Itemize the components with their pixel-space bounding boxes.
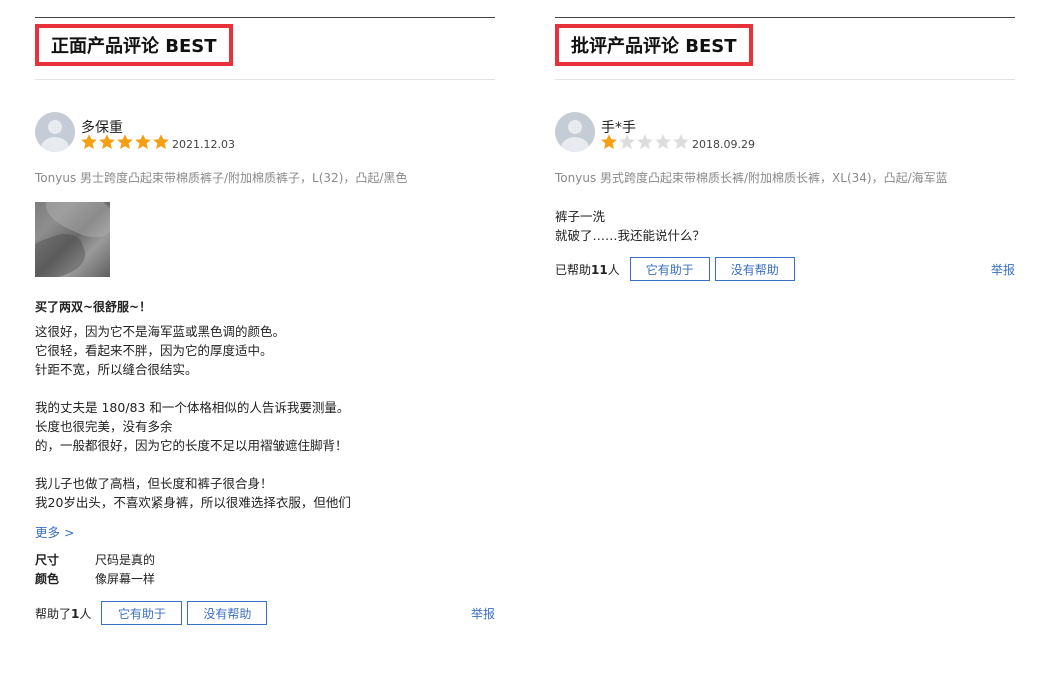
section-title: 正面产品评论 BEST (35, 24, 233, 66)
review-photo[interactable] (35, 202, 110, 277)
user-avatar-icon (555, 112, 595, 152)
review-line: 就破了……我还能说什么？ (555, 228, 706, 243)
star-icon (153, 134, 169, 149)
section-divider (555, 79, 1015, 80)
attribute-color: 颜色 像屏幕一样 (35, 570, 155, 587)
attribute-value: 像屏幕一样 (95, 572, 156, 586)
helpful-row: 已帮助11人 它有助于 没有帮助 举报 (555, 256, 1015, 282)
section-divider (35, 79, 495, 80)
review-date: 2021.12.03 (172, 138, 235, 151)
star-icon (637, 134, 653, 149)
rating-stars (80, 133, 170, 151)
review-line: 这很好，因为它不是海军蓝或黑色调的颜色。 (35, 324, 286, 339)
review-line: 我20岁出头，不喜欢紧身裤，所以很难选择衣服，但他们 (35, 495, 351, 510)
review-title: 买了两双~很舒服~！ (35, 300, 152, 314)
section-title: 批评产品评论 BEST (555, 24, 753, 66)
attribute-key: 颜色 (35, 572, 60, 586)
more-link[interactable]: 更多 > (35, 522, 74, 541)
star-icon (601, 134, 617, 149)
attribute-key: 尺寸 (35, 553, 60, 567)
star-icon (673, 134, 689, 149)
review-line: 它很轻，看起来不胖，因为它的厚度适中。 (35, 343, 273, 358)
not-helpful-button[interactable]: 没有帮助 (714, 257, 795, 281)
attribute-value: 尺码是真的 (95, 553, 156, 567)
helpful-button[interactable]: 它有助于 (101, 601, 183, 625)
report-link[interactable]: 举报 (471, 605, 495, 622)
star-icon (655, 134, 671, 149)
review-line: 我儿子也做了高档，但长度和裤子很合身！ (35, 476, 273, 491)
review-line: 的，一般都很好，因为它的长度不足以用褶皱遮住脚背！ (35, 438, 348, 453)
review-body: 这很好，因为它不是海军蓝或黑色调的颜色。 它很轻，看起来不胖，因为它的厚度适中。… (35, 322, 351, 512)
star-icon (99, 134, 115, 149)
star-icon (135, 134, 151, 149)
review-line: 裤子一洗 (555, 209, 606, 224)
star-icon (117, 134, 133, 149)
rating-stars (600, 133, 690, 151)
user-avatar-icon (35, 112, 75, 152)
product-option: Tonyus 男士跨度凸起束带棉质裤子/附加棉质裤子，L(32)，凸起/黑色 (35, 171, 408, 185)
review-line: 我的丈夫是 180/83 和一个体格相似的人告诉我要测量。 (35, 400, 350, 415)
helpful-count-text: 已帮助11人 (555, 262, 620, 277)
review-line: 针距不宽，所以缝合很结实。 (35, 362, 198, 377)
helpful-button[interactable]: 它有助于 (629, 257, 710, 281)
product-option: Tonyus 男式跨度凸起束带棉质长裤/附加棉质长裤，XL(34)，凸起/海军蓝 (555, 171, 948, 185)
review-line (35, 455, 351, 474)
review-date: 2018.09.29 (692, 138, 755, 151)
review-body: 裤子一洗 就破了……我还能说什么？ (555, 207, 705, 245)
report-link[interactable]: 举报 (991, 261, 1015, 278)
star-icon (81, 134, 97, 149)
review-line: 长度也很完美，没有多余 (35, 419, 173, 434)
helpful-row: 帮助了1人 它有助于 没有帮助 举报 (35, 600, 495, 626)
review-line (35, 379, 351, 398)
section-top-divider (35, 17, 495, 18)
section-top-divider (555, 17, 1015, 18)
attribute-size: 尺寸 尺码是真的 (35, 551, 155, 568)
helpful-count-text: 帮助了1人 (35, 606, 92, 621)
not-helpful-button[interactable]: 没有帮助 (187, 601, 268, 625)
star-icon (619, 134, 635, 149)
